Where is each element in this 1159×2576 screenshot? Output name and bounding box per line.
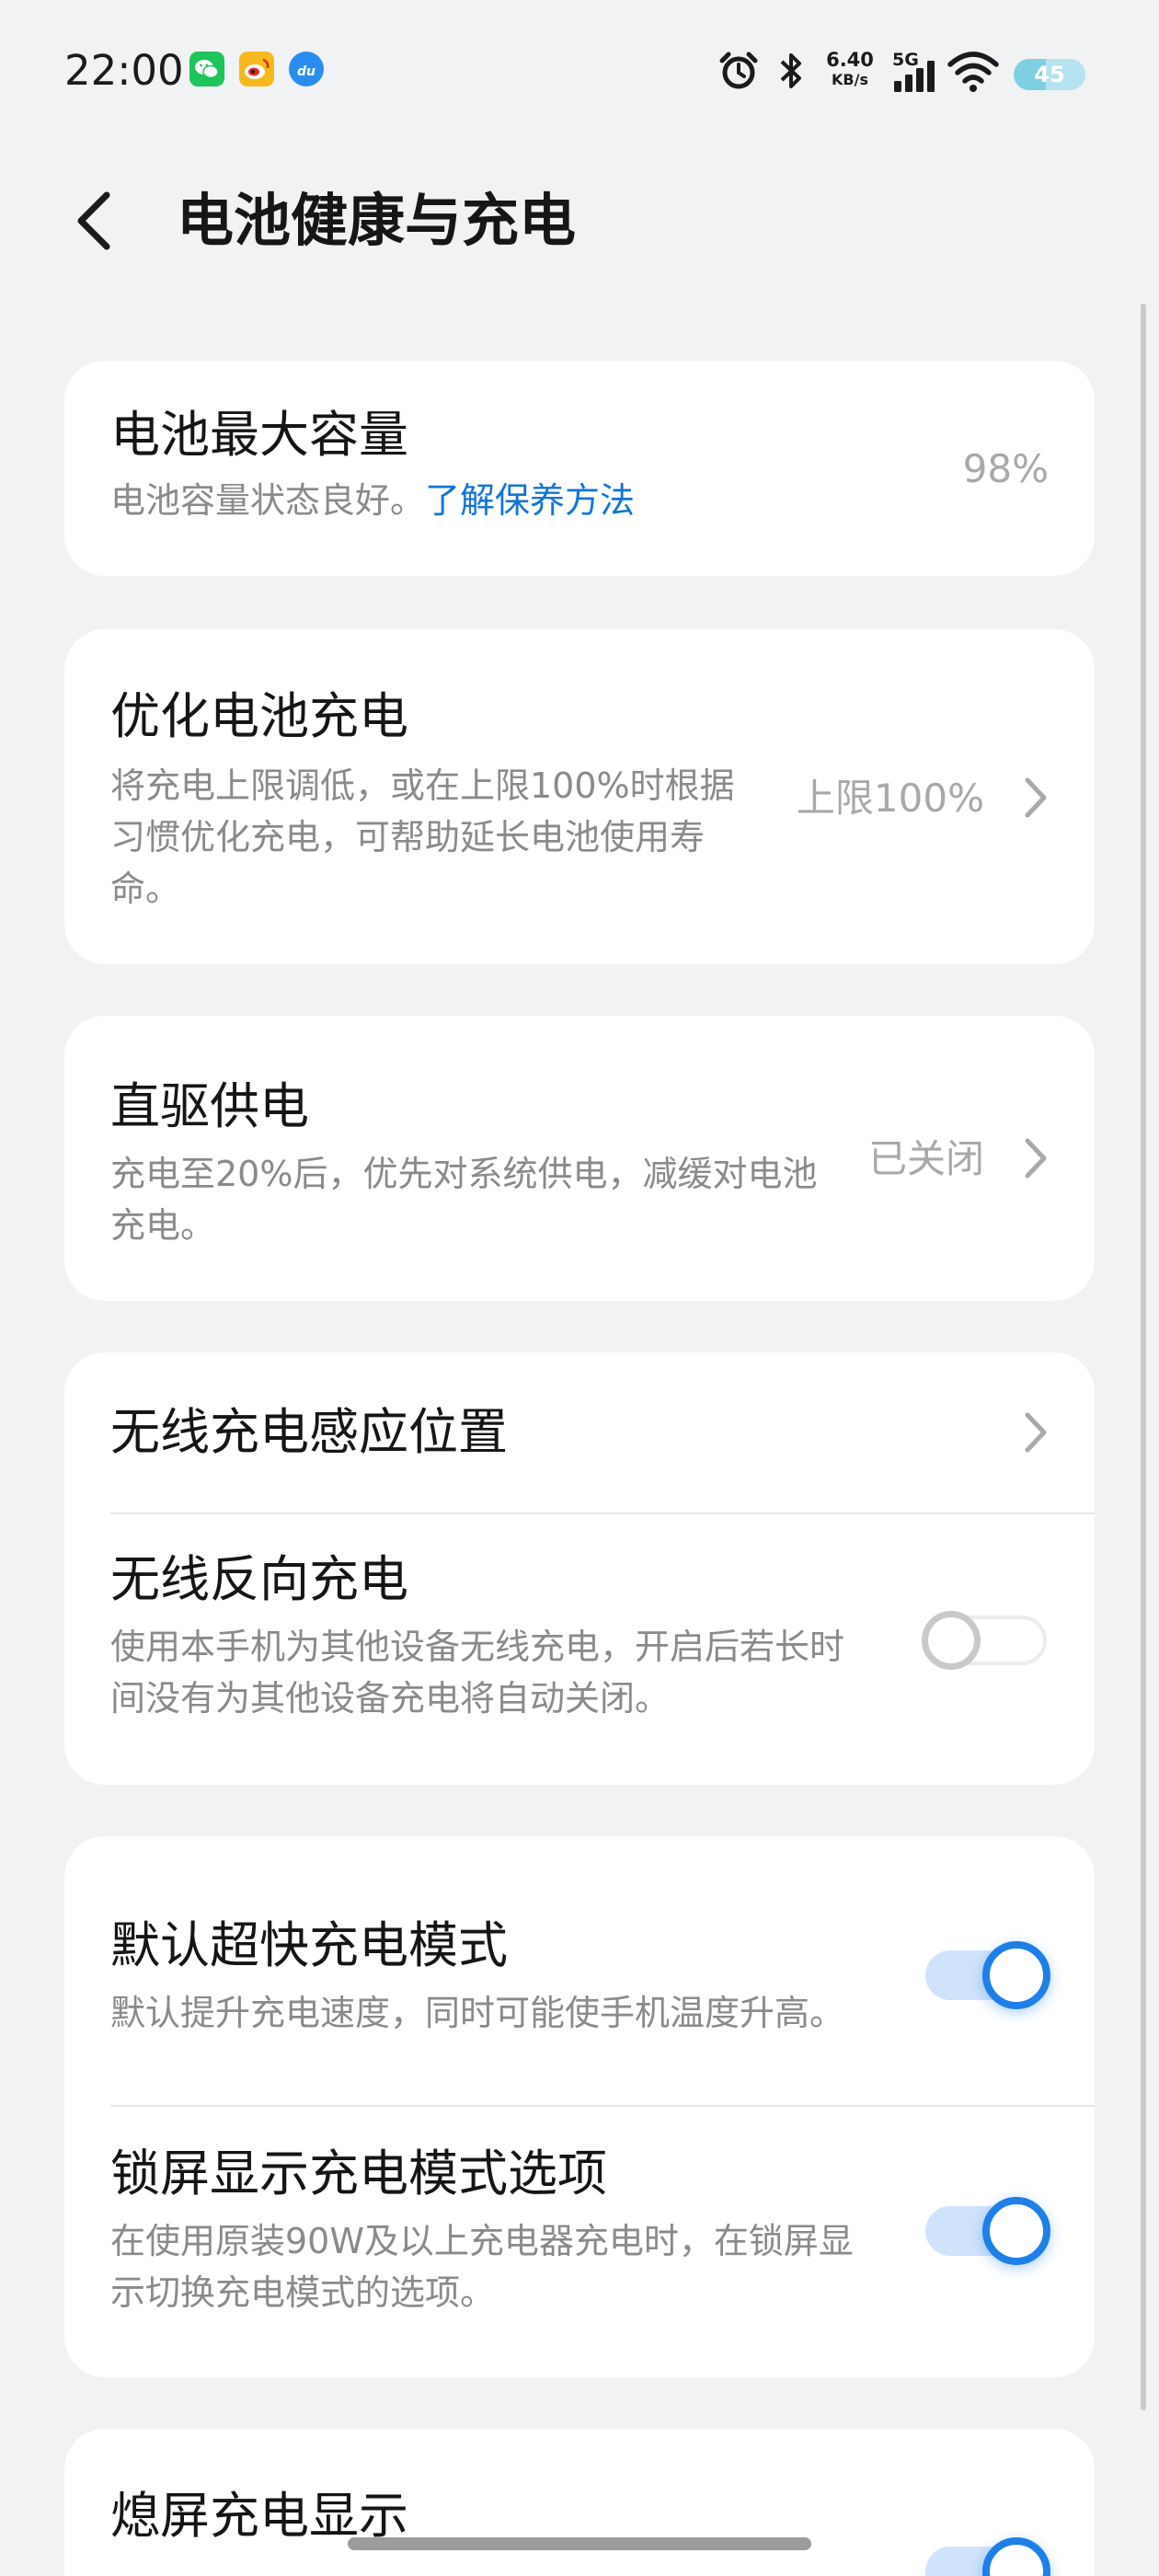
network-speed: 6.40 KB/s xyxy=(820,50,879,90)
reverse-wireless-subtitle: 使用本手机为其他设备无线充电，开启后若长时 间没有为其他设备充电将自动关闭。 xyxy=(110,1621,901,1724)
bypass-power-card[interactable]: 直驱供电 充电至20%后，优先对系统供电，减缓对电池 充电。 已关闭 xyxy=(64,1016,1095,1301)
battery-indicator: 45 xyxy=(1014,59,1085,90)
optimize-charging-subtitle-line: 将充电上限调低，或在上限100%时根据 xyxy=(110,765,735,806)
alarm-icon xyxy=(717,50,760,96)
battery-capacity-title: 电池最大容量 xyxy=(110,406,408,464)
status-bar: 22:00 du 6.40 KB/s 5G 45 xyxy=(0,0,1159,138)
lockscreen-mode-title: 锁屏显示充电模式选项 xyxy=(110,2145,607,2202)
optimize-charging-card[interactable]: 优化电池充电 将充电上限调低，或在上限100%时根据 习惯优化充电，可帮助延长电… xyxy=(64,629,1095,964)
battery-settings-page: 22:00 du 6.40 KB/s 5G 45 电池健康与充电 电池最大容量 … xyxy=(0,0,1159,2576)
battery-capacity-row: 电池最大容量 电池容量状态良好。了解保养方法 98% xyxy=(64,361,1095,576)
page-header: 电池健康与充电 xyxy=(0,166,1159,276)
chevron-right-icon xyxy=(1025,1412,1047,1453)
default-fast-charge-title: 默认超快充电模式 xyxy=(110,1916,508,1974)
screen-off-charging-toggle[interactable] xyxy=(922,2537,1050,2576)
network-speed-unit: KB/s xyxy=(832,71,868,88)
wireless-charging-card: 无线充电感应位置 无线反向充电 使用本手机为其他设备无线充电，开启后若长时 间没… xyxy=(64,1352,1095,1785)
network-speed-value: 6.40 xyxy=(826,49,874,71)
optimize-charging-title: 优化电池充电 xyxy=(110,687,408,745)
page-title: 电池健康与充电 xyxy=(177,187,577,254)
chevron-right-icon xyxy=(1025,777,1047,818)
status-indicators: 6.40 KB/s 5G 45 xyxy=(717,40,1104,105)
fast-charging-card: 默认超快充电模式 默认提升充电速度，同时可能使手机温度升高。 锁屏显示充电模式选… xyxy=(64,1836,1095,2377)
lockscreen-mode-toggle[interactable] xyxy=(922,2197,1050,2265)
optimize-charging-subtitle-line: 习惯优化充电，可帮助延长电池使用寿 xyxy=(110,817,706,857)
wireless-position-title: 无线充电感应位置 xyxy=(110,1403,508,1461)
bypass-power-subtitle-line: 充电至20%后，优先对系统供电，减缓对电池 xyxy=(110,1154,818,1194)
default-fast-charge-row: 默认超快充电模式 默认提升充电速度，同时可能使手机温度升高。 xyxy=(64,1836,1095,2105)
default-fast-charge-subtitle: 默认提升充电速度，同时可能使手机温度升高。 xyxy=(110,1993,845,2033)
weibo-icon xyxy=(239,52,274,86)
lockscreen-mode-row: 锁屏显示充电模式选项 在使用原装90W及以上充电器充电时，在锁屏显 示切换充电模… xyxy=(64,2107,1095,2377)
screen-off-charging-row: 熄屏充电显示 xyxy=(64,2429,1095,2576)
default-fast-charge-toggle[interactable] xyxy=(922,1941,1050,2009)
toggle-knob xyxy=(982,2537,1050,2576)
toggle-knob xyxy=(982,2197,1050,2265)
back-arrow-icon xyxy=(77,191,110,250)
battery-capacity-card: 电池最大容量 电池容量状态良好。了解保养方法 98% xyxy=(64,361,1095,576)
svg-text:du: du xyxy=(297,64,316,79)
optimize-charging-subtitle-line: 命。 xyxy=(110,868,181,909)
bypass-power-subtitle: 充电至20%后，优先对系统供电，减缓对电池 充电。 xyxy=(110,1148,883,1251)
bypass-power-value: 已关闭 xyxy=(867,1136,984,1181)
reverse-wireless-row: 无线反向充电 使用本手机为其他设备无线充电，开启后若长时 间没有为其他设备充电将… xyxy=(64,1514,1095,1785)
care-tips-link[interactable]: 了解保养方法 xyxy=(425,480,635,521)
optimize-charging-subtitle: 将充电上限调低，或在上限100%时根据 习惯优化充电，可帮助延长电池使用寿 命。 xyxy=(110,760,809,914)
back-button[interactable] xyxy=(66,184,121,258)
reverse-wireless-toggle[interactable] xyxy=(922,1606,1050,1674)
home-indicator[interactable] xyxy=(348,2537,811,2550)
bypass-power-row[interactable]: 直驱供电 充电至20%后，优先对系统供电，减缓对电池 充电。 已关闭 xyxy=(64,1016,1095,1301)
screen-off-charging-card: 熄屏充电显示 xyxy=(64,2429,1095,2576)
signal-icon xyxy=(892,61,938,96)
baidu-du-icon: du xyxy=(289,52,324,86)
lockscreen-mode-subtitle-line: 示切换充电模式的选项。 xyxy=(110,2272,496,2313)
optimize-charging-value: 上限100% xyxy=(796,776,984,821)
battery-capacity-subtitle: 电池容量状态良好。了解保养方法 xyxy=(110,475,635,526)
bypass-power-subtitle-line: 充电。 xyxy=(110,1205,216,1246)
optimize-charging-row[interactable]: 优化电池充电 将充电上限调低，或在上限100%时根据 习惯优化充电，可帮助延长电… xyxy=(64,629,1095,964)
reverse-wireless-title: 无线反向充电 xyxy=(110,1550,408,1608)
bypass-power-title: 直驱供电 xyxy=(110,1077,309,1135)
wireless-position-row[interactable]: 无线充电感应位置 xyxy=(64,1352,1095,1512)
scrollbar[interactable] xyxy=(1141,304,1146,2410)
reverse-wireless-subtitle-line: 间没有为其他设备充电将自动关闭。 xyxy=(110,1678,671,1719)
lockscreen-mode-subtitle: 在使用原装90W及以上充电器充电时，在锁屏显 示切换充电模式的选项。 xyxy=(110,2215,901,2318)
battery-capacity-status: 电池容量状态良好。 xyxy=(110,480,426,521)
lockscreen-mode-subtitle-line: 在使用原装90W及以上充电器充电时，在锁屏显 xyxy=(110,2221,854,2261)
status-time: 22:00 xyxy=(64,46,184,95)
toggle-knob xyxy=(982,1941,1050,2009)
battery-level-text: 45 xyxy=(1034,62,1065,87)
reverse-wireless-subtitle-line: 使用本手机为其他设备无线充电，开启后若长时 xyxy=(110,1627,845,1667)
wifi-icon xyxy=(947,50,999,98)
bluetooth-icon xyxy=(775,50,808,96)
battery-capacity-value: 98% xyxy=(962,446,1049,491)
toggle-knob xyxy=(922,1611,981,1670)
wechat-icon xyxy=(189,52,224,86)
chevron-right-icon xyxy=(1025,1138,1047,1179)
